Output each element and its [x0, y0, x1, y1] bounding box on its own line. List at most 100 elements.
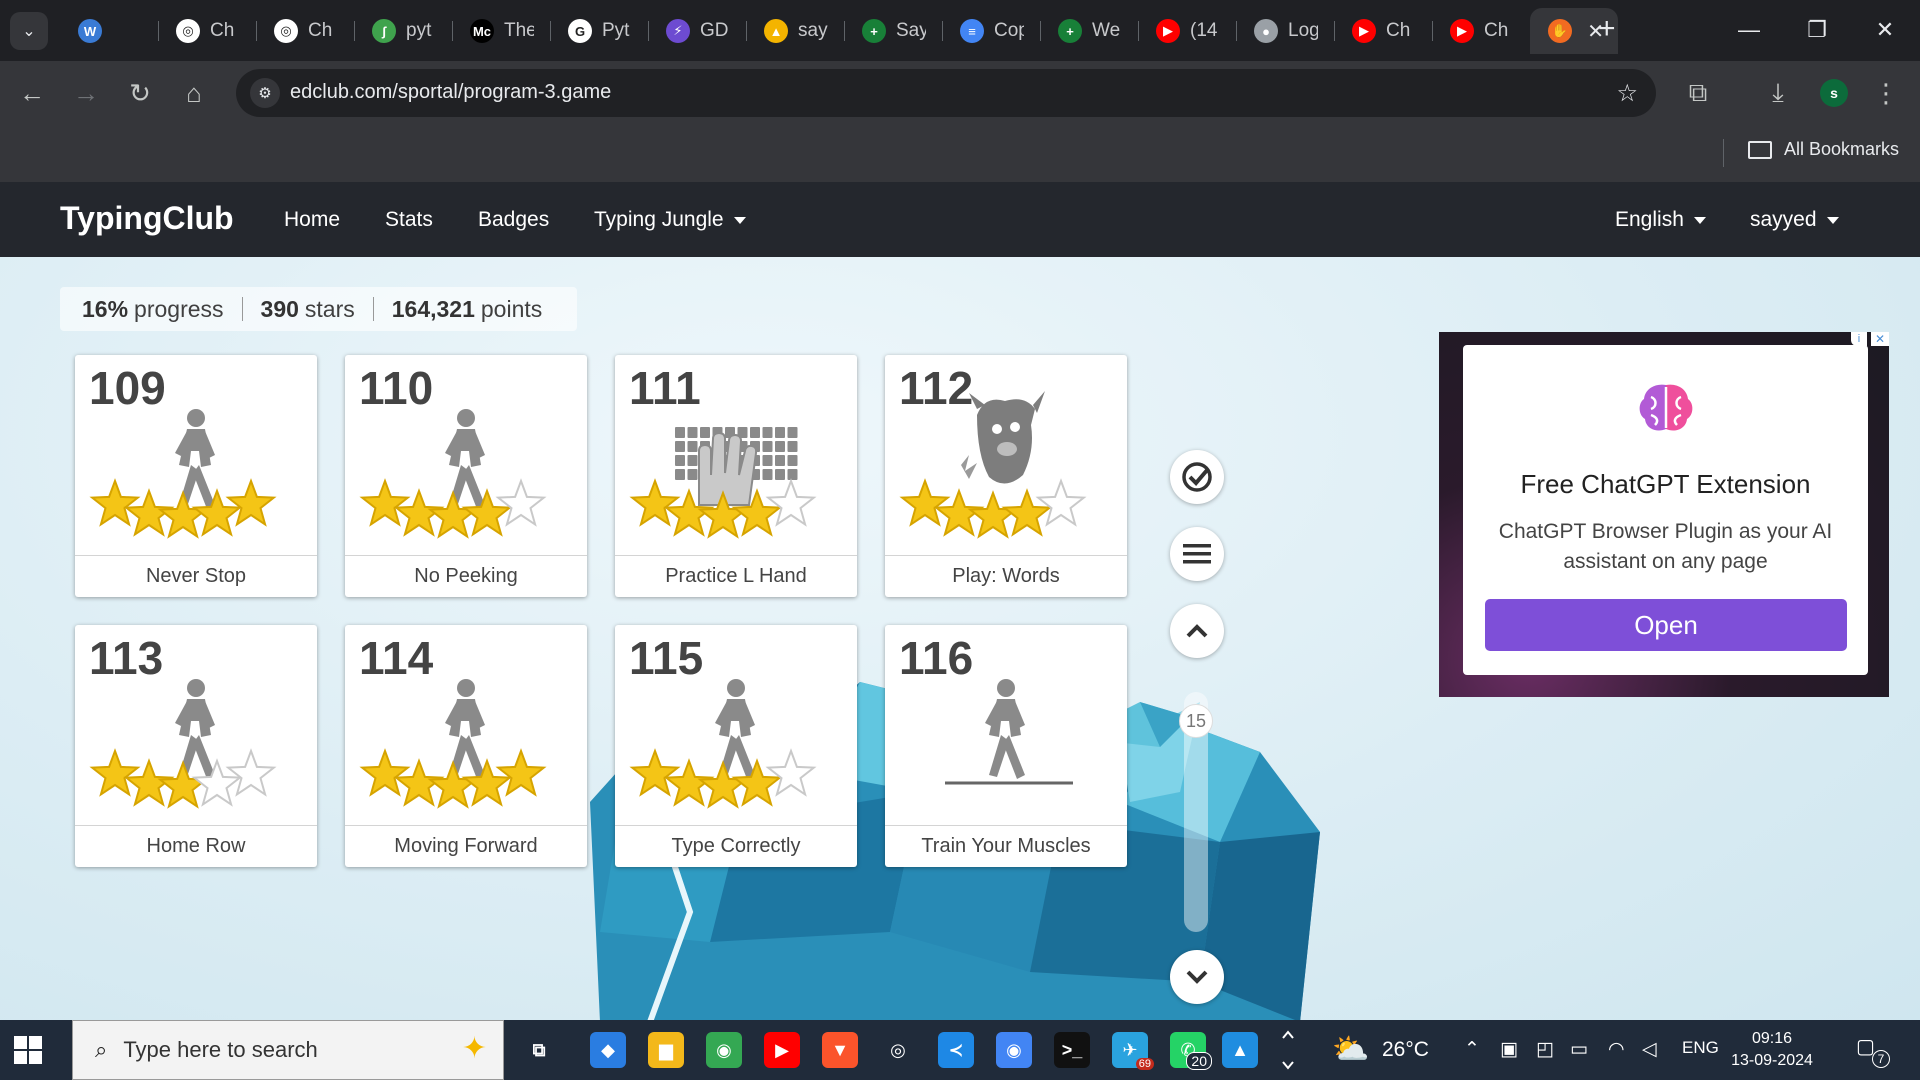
lesson-card[interactable]: 115 Type Correctly [615, 625, 857, 867]
stars-rating [359, 478, 547, 539]
extensions-button[interactable]: ⧉ [1680, 75, 1716, 111]
menu-list-button[interactable] [1170, 527, 1224, 581]
all-bookmarks-button[interactable]: All Bookmarks [1748, 139, 1899, 160]
profile-avatar[interactable]: s [1820, 79, 1848, 107]
temperature[interactable]: 26°C [1382, 1038, 1429, 1062]
minimize-button[interactable]: — [1726, 12, 1772, 48]
tab-title: Log [1288, 20, 1318, 41]
tab[interactable]: G Pyt [550, 8, 648, 54]
lesson-card[interactable]: 114 Moving Forward [345, 625, 587, 867]
new-tab-button[interactable]: + [1598, 14, 1616, 44]
browser-toolbar: ← → ↻ ⌂ ⚙ edclub.com/sportal/program-3.g… [0, 61, 1920, 125]
copilot-icon[interactable]: ◆ [590, 1032, 626, 1068]
close-window-button[interactable]: ✕ [1862, 12, 1908, 48]
taskbar-search-box[interactable]: ⌕ Type here to search ✦ [72, 1020, 504, 1080]
forward-button[interactable]: → [68, 75, 104, 111]
tab[interactable]: ◎ Ch [256, 8, 354, 54]
tab-title: Ch [1386, 20, 1411, 41]
scroll-up-button[interactable] [1170, 604, 1224, 658]
menu-button[interactable]: ⋮ [1868, 75, 1904, 111]
tab[interactable]: ◎ Ch [158, 8, 256, 54]
system-clock[interactable]: 09:16 13-09-2024 [1730, 1028, 1814, 1072]
lesson-number: 116 [899, 632, 974, 684]
weather-icon[interactable]: ⛅ [1332, 1032, 1369, 1067]
nav-badges[interactable]: Badges [478, 208, 549, 232]
medium-icon: Mc [470, 19, 494, 43]
nav-stats[interactable]: Stats [385, 208, 433, 232]
telegram-icon[interactable]: ✈ 69 [1112, 1032, 1154, 1070]
bookmark-star-icon[interactable]: ☆ [1616, 79, 1638, 108]
notifications-button[interactable]: ▢ 7 [1856, 1034, 1890, 1068]
site-info-icon[interactable]: ⚙ [250, 78, 280, 108]
ad-open-button[interactable]: Open [1485, 599, 1847, 651]
home-button[interactable]: ⌂ [176, 75, 212, 111]
task-view-icon[interactable]: ⧉ [521, 1032, 557, 1068]
app-glyph: ≺ [948, 1039, 964, 1060]
youtube-app-icon[interactable]: ▶ [764, 1032, 800, 1068]
meet-now-icon[interactable]: ▣ [1500, 1038, 1518, 1061]
tab[interactable]: ʃ pyt [354, 8, 452, 54]
lesson-card[interactable]: 116 Train Your Muscles [885, 625, 1127, 867]
kebab-menu-icon: ⋮ [1873, 77, 1899, 108]
chrome-icon[interactable]: ◉ [706, 1032, 742, 1068]
speaker-icon[interactable]: ◁ [1642, 1038, 1657, 1061]
photos-icon[interactable]: ▲ [1222, 1032, 1258, 1068]
windows-start-icon[interactable] [14, 1036, 42, 1064]
downloads-button[interactable]: ⤓ [1760, 75, 1796, 111]
star-filled-icon [495, 748, 547, 797]
whatsapp-icon[interactable]: ✆ 20 [1170, 1032, 1212, 1070]
tab[interactable]: ▶ Ch [1334, 8, 1432, 54]
scroll-down-button[interactable] [1170, 950, 1224, 1004]
chatgpt-app-icon[interactable]: ◎ [880, 1032, 916, 1068]
tab[interactable]: ● Log [1236, 8, 1334, 54]
tab[interactable]: + We [1040, 8, 1138, 54]
terminal-icon[interactable]: >_ [1054, 1032, 1090, 1068]
lesson-card[interactable]: 109 Never Stop [75, 355, 317, 597]
wifi-icon[interactable]: ◠ [1608, 1038, 1625, 1061]
walking-person-icon [445, 679, 485, 779]
tab[interactable]: ▶ Ch [1432, 8, 1530, 54]
browser-tab-strip: ⌄ W ◎ Ch ◎ Ch ʃ pyt Mc The G Pyt ⚡ GD ▲ say + Say ≡ Cop + W… [0, 0, 1920, 61]
chevron-up-icon[interactable]: ⌃ [1464, 1038, 1480, 1061]
user-menu[interactable]: sayyed [1750, 208, 1839, 232]
lesson-card[interactable]: 110 No Peeking [345, 355, 587, 597]
input-language[interactable]: ENG [1682, 1038, 1719, 1058]
ad-card[interactable]: Free ChatGPT Extension ChatGPT Browser P… [1463, 345, 1868, 675]
tab[interactable]: ▲ say [746, 8, 844, 54]
display-icon[interactable]: ◰ [1536, 1038, 1554, 1061]
restore-button[interactable]: ❐ [1794, 12, 1840, 48]
ad-info-icon[interactable]: i [1851, 332, 1867, 346]
chrome-profile-icon[interactable]: ◉ [996, 1032, 1032, 1068]
site-logo[interactable]: TypingClub [60, 200, 234, 237]
nav-typing-jungle[interactable]: Typing Jungle [594, 208, 746, 232]
file-explorer-icon[interactable]: ▆ [648, 1032, 684, 1068]
tab[interactable]: ▶ (14 [1138, 8, 1236, 54]
tab[interactable]: ≡ Cop [942, 8, 1040, 54]
language-dropdown[interactable]: English [1615, 208, 1706, 232]
tab[interactable]: + Say [844, 8, 942, 54]
lesson-card[interactable]: 113 Home Row [75, 625, 317, 867]
battery-icon[interactable]: ▭ [1570, 1038, 1588, 1061]
nav-home[interactable]: Home [284, 208, 340, 232]
ad-close-icon[interactable]: ✕ [1871, 332, 1889, 346]
lesson-card[interactable]: 112 Play: Words [885, 355, 1127, 597]
address-bar[interactable]: ⚙ edclub.com/sportal/program-3.game ☆ [236, 69, 1656, 117]
app-glyph: ▆ [659, 1039, 673, 1060]
vscode-icon[interactable]: ≺ [938, 1032, 974, 1068]
app-glyph: ⧉ [532, 1039, 546, 1060]
tab-wordpress[interactable]: W [60, 8, 158, 54]
back-button[interactable]: ← [14, 75, 50, 111]
completed-filter-button[interactable] [1170, 450, 1224, 504]
sheets-icon: + [862, 19, 886, 43]
tab[interactable]: ⚡ GD [648, 8, 746, 54]
reload-button[interactable]: ↻ [122, 75, 158, 111]
bookmarks-bar: All Bookmarks [0, 125, 1920, 182]
lesson-card[interactable]: 111 Practice L Hand [615, 355, 857, 597]
url-text[interactable]: edclub.com/sportal/program-3.game [290, 81, 611, 104]
brave-icon[interactable]: ▼ [822, 1032, 858, 1068]
tab-search-button[interactable]: ⌄ [10, 12, 48, 50]
taskbar-overflow-scroller[interactable] [1280, 1026, 1296, 1074]
tab[interactable]: Mc The [452, 8, 550, 54]
username-label: sayyed [1750, 208, 1817, 231]
lesson-number: 109 [89, 362, 166, 414]
